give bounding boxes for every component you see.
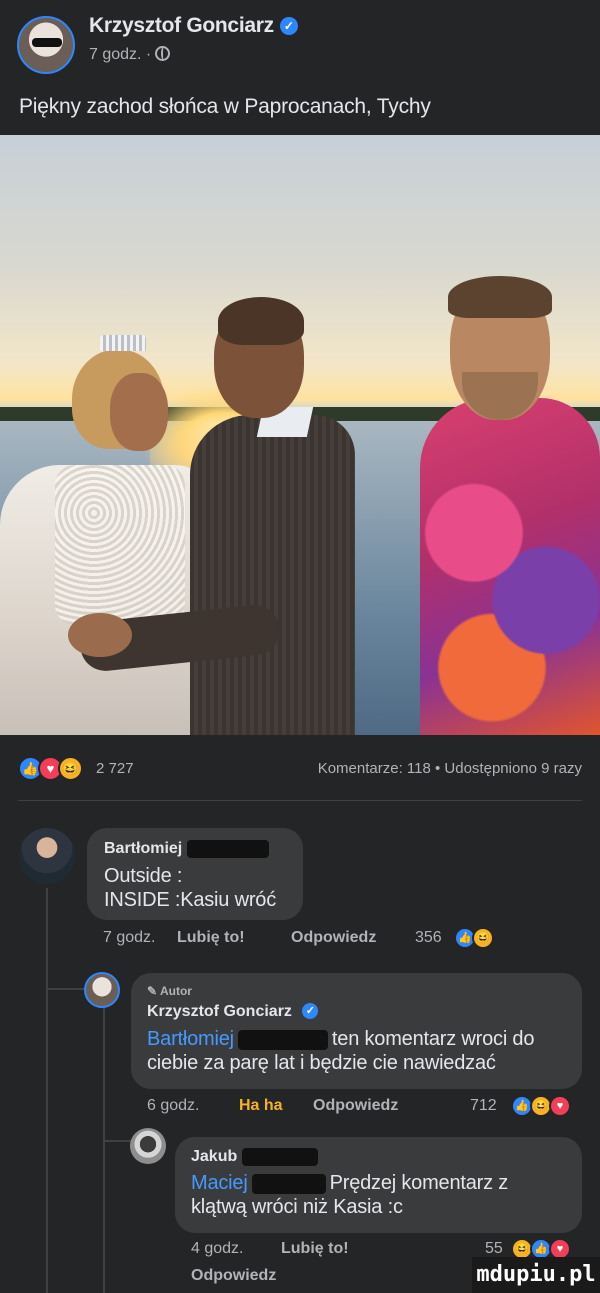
comment-text-line1: Outside : — [104, 865, 183, 887]
like-link[interactable]: Lubię to! — [281, 1240, 349, 1258]
reaction-count[interactable]: 2 727 — [96, 760, 134, 777]
groom-hair — [218, 297, 304, 345]
comment-text-line2: INSIDE :Kasiu wróć — [104, 889, 277, 911]
thread-branch-2 — [103, 1140, 131, 1142]
comment-time[interactable]: 4 godz. — [191, 1240, 243, 1258]
comment-time[interactable]: 7 godz. — [103, 929, 155, 947]
reply-link[interactable]: Odpowiedz — [313, 1097, 398, 1115]
reply-link[interactable]: Odpowiedz — [291, 929, 376, 947]
author-badge: ✎ Autor — [147, 984, 192, 998]
author-reply-avatar[interactable] — [84, 972, 120, 1008]
comment-actions: 6 godz. Ha ha Odpowiedz 712 — [147, 1097, 547, 1119]
verified-badge-icon: ✓ — [279, 17, 298, 35]
comment-time[interactable]: 6 godz. — [147, 1097, 199, 1115]
comment-text-line1: Bartłomiej ten komentarz wroci do — [147, 1027, 534, 1051]
redacted-name — [241, 1148, 318, 1166]
author-avatar[interactable] — [17, 16, 75, 74]
tie-dye-hoodie — [420, 398, 600, 735]
commenter-avatar[interactable] — [130, 1128, 166, 1164]
post-caption: Piękny zachod słońca w Paprocanach, Tych… — [19, 95, 431, 118]
redacted-name — [237, 1029, 328, 1050]
comment-author-label[interactable]: Bartłomiej — [104, 840, 182, 857]
comment-text-rest: Prędzej komentarz z — [329, 1172, 509, 1194]
like-link[interactable]: Lubię to! — [177, 929, 245, 947]
comment-reaction-count[interactable]: 356 — [415, 929, 442, 947]
thread-branch-1 — [46, 988, 86, 990]
comment-text-line2: klątwą wróci niż Kasia :c — [191, 1196, 403, 1218]
comment-reaction-count[interactable]: 712 — [470, 1097, 497, 1115]
post-time[interactable]: 7 godz. · — [89, 46, 151, 63]
comment-author-label[interactable]: Krzysztof Gonciarz — [147, 1003, 292, 1020]
comment-actions: 7 godz. Lubię to! Odpowiedz 356 — [103, 929, 503, 951]
photobomber-hair — [448, 276, 552, 318]
mention-link[interactable]: Bartłomiej — [147, 1028, 234, 1050]
comment-text-line2: ciebie za parę lat i będzie cie nawiedza… — [147, 1052, 496, 1074]
site-watermark: mdupiu.pl — [472, 1257, 600, 1293]
post-photo[interactable] — [0, 135, 600, 735]
verified-badge-icon: ✓ — [302, 1003, 319, 1019]
laughing-face-icon: 😆 — [58, 756, 83, 781]
comments-shares-count[interactable]: Komentarze: 118 • Udostępniono 9 razy — [318, 760, 582, 777]
globe-icon — [155, 46, 171, 61]
comment-reaction-count[interactable]: 55 — [485, 1240, 503, 1258]
mention-link[interactable]: Maciej — [191, 1172, 248, 1194]
thread-line-main — [46, 888, 48, 1293]
reply-link[interactable]: Odpowiedz — [191, 1267, 276, 1285]
groom-suit — [190, 415, 355, 735]
comment-author[interactable]: Krzysztof Gonciarz ✓ — [147, 1003, 319, 1021]
comment-bubble: Jakub Maciej Prędzej komentarz z klątwą w… — [175, 1137, 582, 1233]
comment-bubble: ✎ Autor Krzysztof Gonciarz ✓ Bartłomiej t… — [131, 973, 582, 1089]
comment-author-label[interactable]: Jakub — [191, 1148, 237, 1165]
divider — [18, 800, 582, 801]
photobomber-figure — [420, 276, 600, 735]
post-meta: 7 godz. · — [89, 46, 171, 64]
haha-link[interactable]: Ha ha — [239, 1097, 283, 1115]
comment-author[interactable]: Bartłomiej — [104, 840, 269, 858]
post-author-name[interactable]: Krzysztof Gonciarz ✓ — [89, 14, 298, 38]
avatar-glasses — [32, 38, 62, 47]
comment-author[interactable]: Jakub — [191, 1148, 318, 1166]
comment-bubble: Bartłomiej Outside : INSIDE :Kasiu wróć — [87, 828, 303, 920]
groom-figure — [68, 297, 355, 735]
comment-actions: 4 godz. Lubię to! Odpowiedz 55 — [191, 1240, 511, 1288]
laughing-face-icon: 😆 — [472, 927, 494, 949]
commenter-avatar[interactable] — [19, 828, 75, 884]
heart-icon: ♥ — [549, 1095, 571, 1117]
redacted-name — [251, 1173, 326, 1194]
thread-line-reply — [103, 1008, 105, 1293]
author-badge-label: Autor — [159, 984, 192, 998]
groom-hand — [68, 613, 132, 657]
comment-text-rest: ten komentarz wroci do — [331, 1028, 535, 1050]
post-header: Krzysztof Gonciarz ✓ 7 godz. · Piękny zac… — [0, 0, 600, 135]
redacted-name — [186, 840, 269, 858]
post-author-label[interactable]: Krzysztof Gonciarz — [89, 14, 274, 37]
comment-text-line1: Maciej Prędzej komentarz z — [191, 1171, 508, 1195]
